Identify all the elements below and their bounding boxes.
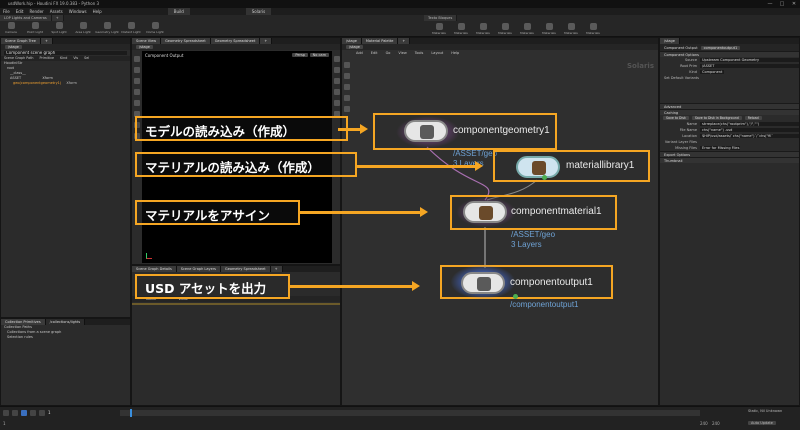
reload-button[interactable]: Reload: [744, 116, 762, 120]
node-label-material: componentmaterial1: [511, 206, 602, 217]
play-backward-icon[interactable]: [3, 410, 9, 416]
component-material-icon: [479, 206, 493, 220]
parm-spacer: [660, 81, 799, 103]
arrow-line: [290, 285, 414, 288]
save-background-button[interactable]: Save to Disk in Background: [691, 116, 742, 120]
node-componentmaterial1[interactable]: [463, 201, 507, 223]
annotation-model-import: モデルの読み込み（作成）: [145, 124, 296, 139]
annotation-material-assign: マテリアルをアサイン: [145, 208, 270, 223]
playhead[interactable]: [130, 409, 132, 417]
arrow-line: [300, 211, 422, 214]
range-status: Static, Nil Unknown: [748, 409, 783, 413]
node-label-output: componentoutput1: [510, 277, 593, 288]
timeline-scrubber[interactable]: [120, 410, 700, 416]
node-label-matlib: materiallibrary1: [566, 160, 635, 171]
arrow-line: [357, 165, 477, 168]
range-end[interactable]: 240: [700, 421, 708, 426]
node-materiallibrary1[interactable]: [516, 156, 560, 178]
playback-controls: 1: [3, 410, 51, 416]
step-back-icon[interactable]: [12, 410, 18, 416]
tab-parameters[interactable]: /stage: [660, 38, 680, 44]
node-path-material: /ASSET/geo: [511, 230, 556, 239]
arrow-line: [338, 128, 362, 131]
range-end-2[interactable]: 240: [712, 421, 720, 426]
parm-node-type: Component Output: [664, 45, 698, 50]
material-library-icon: [532, 161, 546, 175]
node-layers-material: 3 Layers: [511, 240, 542, 249]
range-start[interactable]: 1: [3, 421, 6, 426]
auto-update-button[interactable]: Auto Update: [748, 421, 776, 425]
arrow-head: [412, 281, 420, 291]
step-forward-icon[interactable]: [30, 410, 36, 416]
component-geometry-icon: [420, 125, 434, 139]
arrow-head: [420, 207, 428, 217]
annotation-material-import: マテリアルの読み込み（作成）: [145, 160, 320, 175]
node-path-output: /componentoutput1: [510, 300, 579, 309]
arrow-head: [360, 124, 368, 134]
node-path-geometry: /ASSET/geo: [453, 149, 498, 158]
section-thumbnail[interactable]: Thumbnail: [660, 157, 799, 163]
save-to-disk-button[interactable]: Save to Disk: [663, 116, 689, 120]
annotation-usd-output: USD アセットを出力: [145, 281, 267, 296]
node-label-geometry: componentgeometry1: [453, 125, 550, 136]
play-icon[interactable]: [39, 410, 45, 416]
stop-icon[interactable]: [21, 410, 27, 416]
current-frame[interactable]: 1: [48, 410, 51, 416]
node-componentoutput1[interactable]: [461, 272, 505, 294]
component-output-icon: [477, 277, 491, 291]
node-flag-icon: [513, 294, 518, 299]
timeline-bar: 1 1 240 240 Static, Nil Unknown Auto Upd…: [0, 406, 800, 430]
arrow-head: [475, 161, 483, 171]
parameter-panel: /stage Component Output componentoutput1…: [659, 37, 800, 406]
node-flag-icon: [542, 175, 547, 180]
parm-node-name[interactable]: componentoutput1: [700, 45, 741, 50]
node-componentgeometry1[interactable]: [404, 120, 448, 142]
